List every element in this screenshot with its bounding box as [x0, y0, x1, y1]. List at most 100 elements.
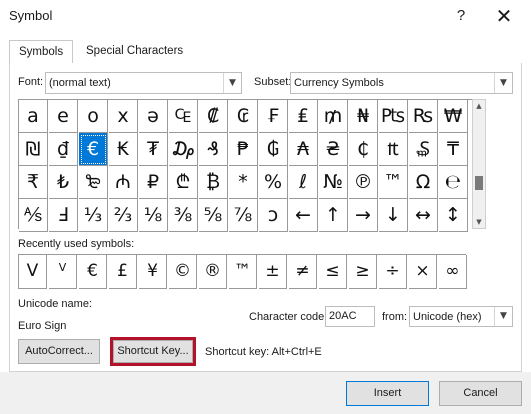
symbol-cell[interactable]: ₪ [19, 133, 48, 166]
recent-symbol-cell[interactable]: ≤ [319, 255, 347, 289]
scroll-down-icon[interactable]: ▼ [473, 216, 485, 228]
recent-symbol-cell[interactable]: ≠ [289, 255, 317, 289]
symbol-cell[interactable]: ₭ [109, 133, 138, 166]
symbol-cell[interactable]: ₿ [199, 166, 228, 199]
symbol-cell[interactable]: ₱ [229, 133, 258, 166]
symbol-cell[interactable]: ₰ [199, 133, 228, 166]
symbol-cell[interactable]: ₵ [349, 133, 378, 166]
symbol-cell[interactable]: ₫ [49, 133, 78, 166]
insert-button[interactable]: Insert [346, 381, 429, 406]
recent-symbol-cell[interactable]: £ [109, 255, 137, 289]
recent-symbol-cell[interactable]: ¥ [139, 255, 167, 289]
symbol-cell[interactable]: ↄ [259, 199, 288, 232]
symbol-cell[interactable]: ₢ [229, 100, 258, 133]
character-code-input[interactable]: 20AC [325, 306, 375, 327]
symbol-cell[interactable]: ℮ [439, 166, 468, 199]
symbol-cell[interactable]: ₳ [289, 133, 318, 166]
recently-used-symbols: V V € £ ¥ © ® ™ ± ≠ ≤ ≥ ÷ × ∞ [18, 254, 467, 289]
symbol-cell[interactable]: ⅜ [169, 199, 198, 232]
symbol-cell[interactable]: ₠ [169, 100, 198, 133]
help-button[interactable]: ? [447, 3, 475, 29]
symbol-cell[interactable]: Ⅎ [49, 199, 78, 232]
symbol-cell[interactable]: ℓ [289, 166, 318, 199]
recent-symbol-cell[interactable]: ± [259, 255, 287, 289]
symbol-cell[interactable]: ₩ [439, 100, 468, 133]
symbol-cell[interactable]: ₦ [349, 100, 378, 133]
symbol-cell[interactable]: ₯ [169, 133, 198, 166]
symbol-cell[interactable]: ⅞ [229, 199, 258, 232]
symbol-cell[interactable]: Ω [409, 166, 438, 199]
scroll-thumb[interactable] [475, 176, 483, 190]
subset-value: Currency Symbols [294, 77, 384, 89]
symbol-cell[interactable]: ₣ [259, 100, 288, 133]
recent-symbol-cell[interactable]: ∞ [439, 255, 467, 289]
symbol-cell[interactable]: ₮ [139, 133, 168, 166]
symbol-cell[interactable]: e [49, 100, 78, 133]
symbol-cell[interactable]: * [229, 166, 258, 199]
title-bar: Symbol ? ✕ [0, 0, 531, 34]
scroll-up-icon[interactable]: ▲ [473, 100, 485, 112]
subset-label: Subset: [254, 76, 292, 88]
symbol-cell[interactable]: € [79, 133, 108, 166]
symbol-cell[interactable]: № [319, 166, 348, 199]
symbol-cell[interactable]: ℗ [349, 166, 378, 199]
symbol-cell[interactable]: ₲ [259, 133, 288, 166]
symbol-cell[interactable]: ₷ [409, 133, 438, 166]
symbol-cell[interactable]: ₸ [439, 133, 468, 166]
symbol-cell[interactable]: ↔ [409, 199, 438, 232]
symbol-cell[interactable]: % [259, 166, 288, 199]
chevron-down-icon[interactable]: ▼ [223, 73, 241, 93]
symbol-cell[interactable]: ↓ [379, 199, 408, 232]
font-select[interactable]: (normal text) ▼ [45, 72, 242, 94]
symbol-cell[interactable]: ₧ [379, 100, 408, 133]
symbol-cell[interactable]: ™ [379, 166, 408, 199]
unicode-name-value: Euro Sign [18, 320, 67, 332]
autocorrect-button[interactable]: AutoCorrect... [18, 339, 100, 364]
symbol-cell[interactable]: ⅔ [109, 199, 138, 232]
recent-symbol-cell[interactable]: V [19, 255, 47, 289]
from-select[interactable]: Unicode (hex) ▼ [409, 306, 513, 327]
recent-symbol-cell[interactable]: × [409, 255, 437, 289]
symbol-cell[interactable]: ↑ [319, 199, 348, 232]
symbol-grid-scrollbar[interactable]: ▲ ▼ [472, 99, 486, 229]
character-code-label: Character code: [249, 311, 328, 323]
unicode-name-label: Unicode name: [18, 298, 92, 310]
close-button[interactable]: ✕ [489, 3, 519, 29]
symbol-cell[interactable]: ⅓ [79, 199, 108, 232]
symbol-cell[interactable]: ₺ [49, 166, 78, 199]
symbol-cell[interactable]: ₡ [199, 100, 228, 133]
subset-select[interactable]: Currency Symbols ▼ [290, 72, 513, 94]
symbol-cell[interactable]: ₽ [139, 166, 168, 199]
symbol-cell[interactable]: a [19, 100, 48, 133]
symbol-cell[interactable]: ₼ [109, 166, 138, 199]
recent-symbol-cell[interactable]: ™ [229, 255, 257, 289]
recent-symbol-cell[interactable]: ≥ [349, 255, 377, 289]
symbol-cell[interactable]: → [349, 199, 378, 232]
chevron-down-icon[interactable]: ▼ [494, 73, 512, 93]
symbol-cell[interactable]: ₻ [79, 166, 108, 199]
recent-symbol-cell[interactable]: € [79, 255, 107, 289]
symbol-cell[interactable]: ₥ [319, 100, 348, 133]
tab-symbols[interactable]: Symbols [9, 40, 74, 65]
recent-symbol-cell[interactable]: V [49, 255, 77, 289]
chevron-down-icon[interactable]: ▼ [494, 307, 512, 326]
recent-symbol-cell[interactable]: ÷ [379, 255, 407, 289]
symbol-cell[interactable]: x [109, 100, 138, 133]
symbol-cell[interactable]: ⅝ [199, 199, 228, 232]
symbol-cell[interactable]: ə [139, 100, 168, 133]
recent-symbol-cell[interactable]: © [169, 255, 197, 289]
symbol-cell[interactable]: ₹ [19, 166, 48, 199]
symbol-cell[interactable]: ⅛ [139, 199, 168, 232]
symbol-cell[interactable]: ₴ [319, 133, 348, 166]
tab-special-characters[interactable]: Special Characters [77, 40, 192, 64]
symbol-cell[interactable]: ↕ [439, 199, 468, 232]
symbol-cell[interactable]: ₶ [379, 133, 408, 166]
symbol-cell[interactable]: ₨ [409, 100, 438, 133]
symbol-cell[interactable]: ← [289, 199, 318, 232]
symbol-cell[interactable]: ₾ [169, 166, 198, 199]
symbol-cell[interactable]: o [79, 100, 108, 133]
recent-symbol-cell[interactable]: ® [199, 255, 227, 289]
symbol-cell[interactable]: ⅍ [19, 199, 48, 232]
symbol-cell[interactable]: ₤ [289, 100, 318, 133]
cancel-button[interactable]: Cancel [439, 381, 522, 406]
